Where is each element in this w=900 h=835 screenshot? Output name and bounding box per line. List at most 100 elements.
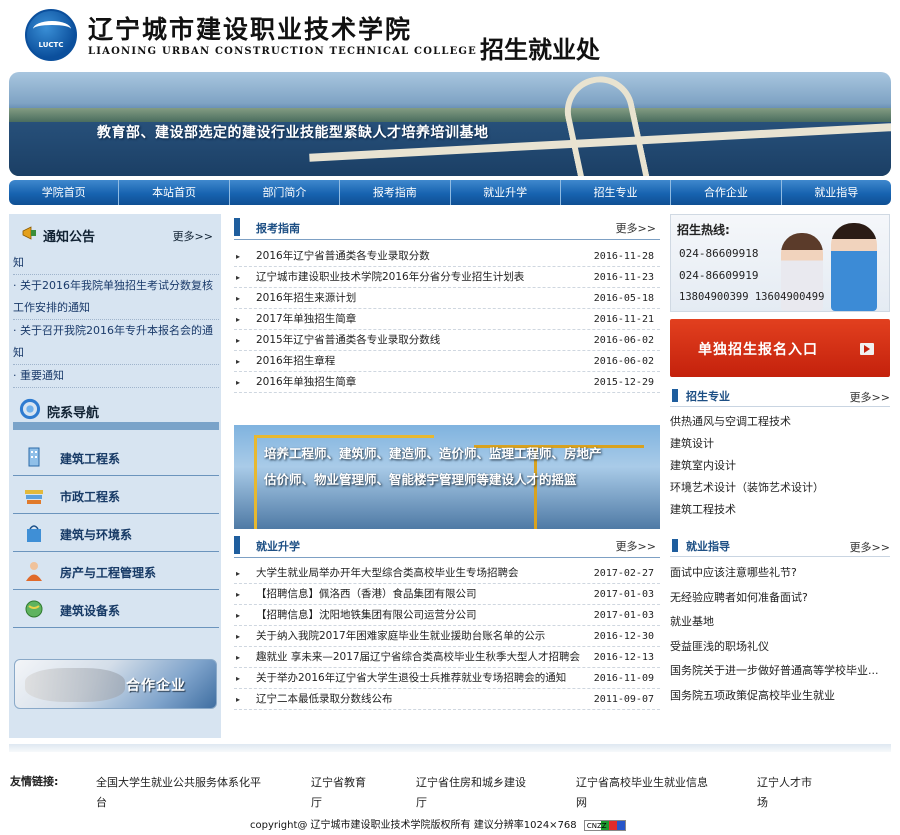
list-item[interactable]: ▸ 关于纳入我院2017年困难家庭毕业生就业援助台账名单的公示 2016-12-30: [234, 626, 660, 647]
dept-item-equipment[interactable]: 建筑设备系: [13, 590, 219, 628]
nav-career-guidance[interactable]: 就业指导: [782, 180, 891, 205]
bullet-icon: ▸: [236, 695, 241, 704]
dept-item-architecture[interactable]: 建筑工程系: [13, 438, 219, 476]
footer-divider: [9, 744, 891, 752]
logo-wave-shape: [33, 21, 71, 37]
notice-item[interactable]: 知: [13, 252, 219, 275]
admission-guide-more-link[interactable]: 更多>>: [616, 220, 656, 236]
list-item[interactable]: ▸ 辽宁二本最低录取分数线公布 2011-09-07: [234, 689, 660, 710]
item-title: 2016年招生章程: [256, 355, 336, 367]
list-item[interactable]: ▸ 2015年辽宁省普通类各专业录取分数线 2016-06-02: [234, 330, 660, 351]
list-item[interactable]: ▸ 2016年招生来源计划 2016-05-18: [234, 288, 660, 309]
list-item[interactable]: 建筑工程技术: [670, 499, 890, 521]
dept-nav-divider: [13, 422, 219, 430]
list-item[interactable]: ▸ 【招聘信息】佩洛西（香港）食品集团有限公司 2017-01-03: [234, 584, 660, 605]
employment-list: ▸ 大学生就业局举办开年大型综合类高校毕业生专场招聘会 2017-02-27 ▸ 【招…: [234, 563, 660, 710]
list-item[interactable]: ▸ 大学生就业局举办开年大型综合类高校毕业生专场招聘会 2017-02-27: [234, 563, 660, 584]
list-item[interactable]: 国务院关于进一步做好普通高等学校毕业...: [670, 659, 890, 684]
list-item[interactable]: 受益匪浅的职场礼仪: [670, 635, 890, 660]
dept-item-environment[interactable]: 建筑与环境系: [13, 514, 219, 552]
dept-nav-header: 院系导航: [13, 392, 219, 434]
bullet-icon: ▸: [236, 294, 241, 303]
friendly-link[interactable]: 全国大学生就业公共服务体系化平台: [96, 773, 266, 813]
nav-employment[interactable]: 就业升学: [451, 180, 561, 205]
friendly-link[interactable]: 辽宁省住房和城乡建设厅: [416, 773, 536, 813]
notice-item[interactable]: · 关于2016年我院单独招生考试分数复核工作安排的通知: [13, 275, 219, 320]
nav-site-home[interactable]: 本站首页: [119, 180, 230, 205]
banner-image: 教育部、建设部选定的建设行业技能型紧缺人才培养培训基地: [9, 72, 891, 176]
nav-majors[interactable]: 招生专业: [561, 180, 672, 205]
nav-partners[interactable]: 合作企业: [671, 180, 782, 205]
books-icon: [25, 490, 43, 504]
majors-more-link[interactable]: 更多>>: [850, 389, 890, 405]
crane-shape: [254, 435, 257, 529]
list-item[interactable]: ▸ 关于举办2016年辽宁省大学生退役士兵推荐就业专场招聘会的通知 2016-11-…: [234, 668, 660, 689]
friendly-link[interactable]: 辽宁人才市场: [757, 773, 817, 813]
list-item[interactable]: ▸ 2017年单独招生简章 2016-11-21: [234, 309, 660, 330]
section-marker: [672, 389, 678, 402]
nav-college-home[interactable]: 学院首页: [9, 180, 120, 205]
employment-header: 就业升学 更多>>: [234, 532, 660, 558]
partner-companies-label: 合作企业: [126, 678, 186, 694]
item-date: 2015-12-29: [593, 377, 654, 388]
notice-item[interactable]: · 关于召开我院2016年专升本报名会的通知: [13, 320, 219, 365]
career-header: 就业指导 更多>>: [670, 535, 890, 557]
list-item[interactable]: ▸ 辽宁城市建设职业技术学院2016年分省分专业招生计划表 2016-11-23: [234, 267, 660, 288]
career-more-link[interactable]: 更多>>: [850, 539, 890, 555]
arrow-right-icon: [860, 343, 874, 355]
notice-more-link[interactable]: 更多>>: [173, 228, 213, 244]
item-title: 2015年辽宁省普通类各专业录取分数线: [256, 334, 441, 346]
list-item[interactable]: 环境艺术设计（装饰艺术设计）: [670, 477, 890, 499]
department-title: 招生就业处: [480, 36, 600, 64]
item-title: 【招聘信息】沈阳地铁集团有限公司运营分公司: [256, 609, 477, 621]
student-photo: [831, 223, 877, 311]
dept-label: 建筑与环境系: [60, 528, 133, 542]
notice-title: 通知公告: [43, 230, 96, 245]
nav-admission-guide[interactable]: 报考指南: [340, 180, 451, 205]
notice-item[interactable]: · 重要通知: [13, 365, 219, 388]
bullet-icon: ▸: [236, 569, 241, 578]
person-icon: [26, 562, 42, 581]
admission-guide-list: ▸ 2016年辽宁省普通类各专业录取分数 2016-11-28 ▸ 辽宁城市建设职业技…: [234, 246, 660, 393]
list-item[interactable]: 供热通风与空调工程技术: [670, 411, 890, 433]
list-item[interactable]: ▸ 2016年招生章程 2016-06-02: [234, 351, 660, 372]
nav-about[interactable]: 部门简介: [230, 180, 341, 205]
bullet-icon: ▸: [236, 252, 241, 261]
dept-list: 建筑工程系 市政工程系 建筑与环境系 房产与工程管理系 建筑设备系: [13, 438, 219, 628]
list-item[interactable]: 国务院五项政策促高校毕业生就业: [670, 684, 890, 709]
partner-companies-banner[interactable]: 合作企业: [14, 659, 217, 709]
megaphone-icon: [22, 226, 36, 240]
notice-header: 通知公告 更多>>: [13, 214, 219, 252]
section-marker: [234, 536, 240, 554]
employment-more-link[interactable]: 更多>>: [616, 538, 656, 554]
item-title: 大学生就业局举办开年大型综合类高校毕业生专场招聘会: [256, 567, 519, 579]
banner-slogan: 教育部、建设部选定的建设行业技能型紧缺人才培养培训基地: [97, 125, 489, 141]
college-logo[interactable]: LUCTC: [25, 9, 77, 61]
main-nav: 学院首页 本站首页 部门简介 报考指南 就业升学 招生专业 合作企业 就业指导: [9, 180, 891, 205]
item-date: 2017-02-27: [593, 568, 654, 579]
friendly-link[interactable]: 辽宁省教育厅: [311, 773, 375, 813]
list-item[interactable]: 建筑设计: [670, 433, 890, 455]
item-date: 2017-01-03: [593, 610, 654, 621]
independent-admission-signup-button[interactable]: 单独招生报名入口: [670, 319, 890, 377]
cnzz-badge-icon[interactable]: CNZZ: [583, 819, 626, 831]
list-item[interactable]: 无经验应聘者如何准备面试?: [670, 586, 890, 611]
list-item[interactable]: 建筑室内设计: [670, 455, 890, 477]
dept-item-municipal[interactable]: 市政工程系: [13, 476, 219, 514]
list-item[interactable]: ▸ 【招聘信息】沈阳地铁集团有限公司运营分公司 2017-01-03: [234, 605, 660, 626]
list-item[interactable]: 面试中应该注意哪些礼节?: [670, 561, 890, 586]
globe-icon: [25, 600, 43, 618]
career-list: 面试中应该注意哪些礼节? 无经验应聘者如何准备面试? 就业基地 受益匪浅的职场礼…: [670, 557, 890, 708]
list-item[interactable]: ▸ 2016年单独招生简章 2015-12-29: [234, 372, 660, 393]
item-title: 2017年单独招生简章: [256, 313, 357, 325]
majors-title: 招生专业: [686, 390, 730, 403]
list-item[interactable]: ▸ 趣就业 享未来—2017届辽宁省综合类高校毕业生秋季大型人才招聘会 2016-1…: [234, 647, 660, 668]
item-title: 【招聘信息】佩洛西（香港）食品集团有限公司: [256, 588, 477, 600]
dept-item-real-estate[interactable]: 房产与工程管理系: [13, 552, 219, 590]
list-item[interactable]: 就业基地: [670, 610, 890, 635]
bullet-icon: ▸: [236, 590, 241, 599]
building-icon: [28, 447, 40, 467]
list-item[interactable]: ▸ 2016年辽宁省普通类各专业录取分数 2016-11-28: [234, 246, 660, 267]
friendly-link[interactable]: 辽宁省高校毕业生就业信息网: [576, 773, 716, 813]
item-title: 辽宁城市建设职业技术学院2016年分省分专业招生计划表: [256, 271, 525, 283]
